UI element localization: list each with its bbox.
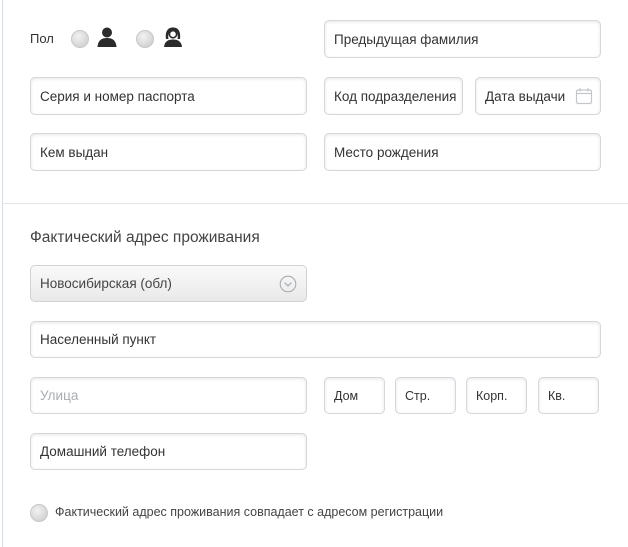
passport-series-number-field[interactable]: Серия и номер паспорта [30, 77, 307, 115]
apartment-field[interactable]: Кв. [538, 377, 599, 414]
home-phone-placeholder: Домашний телефон [40, 444, 166, 459]
issued-by-field[interactable]: Кем выдан [30, 133, 307, 171]
previous-surname-field[interactable]: Предыдущая фамилия [324, 20, 601, 58]
building-field[interactable]: Стр. [395, 377, 456, 414]
female-person-icon[interactable] [162, 26, 184, 53]
division-code-field[interactable]: Код подразделения [324, 77, 463, 115]
locality-placeholder: Населенный пункт [40, 332, 157, 347]
street-placeholder: Улица [40, 388, 79, 403]
house-placeholder: Дом [334, 388, 359, 403]
same-as-registration-checkbox[interactable] [30, 504, 48, 522]
issue-date-field[interactable]: Дата выдачи [475, 77, 601, 115]
same-as-registration-label[interactable]: Фактический адрес проживания совпадает с… [55, 505, 443, 519]
birthplace-field[interactable]: Место рождения [324, 133, 601, 171]
block-field[interactable]: Корп. [466, 377, 527, 414]
block-placeholder: Корп. [476, 388, 508, 403]
house-field[interactable]: Дом [324, 377, 385, 414]
issue-date-placeholder: Дата выдачи [485, 88, 566, 104]
section-divider [2, 203, 628, 204]
passport-series-number-placeholder: Серия и номер паспорта [40, 88, 195, 104]
region-select-value: Новосибирская (обл) [40, 276, 172, 291]
gender-label: Пол [30, 31, 54, 46]
gender-male-radio[interactable] [71, 30, 89, 48]
chevron-down-icon[interactable] [279, 275, 297, 296]
birthplace-placeholder: Место рождения [334, 144, 439, 160]
region-select[interactable]: Новосибирская (обл) [30, 265, 307, 302]
issued-by-placeholder: Кем выдан [40, 144, 109, 160]
previous-surname-placeholder: Предыдущая фамилия [334, 31, 479, 47]
locality-field[interactable]: Населенный пункт [30, 321, 601, 358]
calendar-icon[interactable] [575, 87, 593, 108]
building-placeholder: Стр. [405, 388, 431, 403]
apartment-placeholder: Кв. [548, 388, 566, 403]
left-border [2, 0, 3, 547]
street-field[interactable]: Улица [30, 377, 307, 414]
male-person-icon[interactable] [96, 26, 118, 53]
address-section-title: Фактический адрес проживания [30, 229, 260, 246]
home-phone-field[interactable]: Домашний телефон [30, 433, 307, 470]
gender-female-radio[interactable] [136, 30, 154, 48]
division-code-placeholder: Код подразделения [334, 88, 457, 104]
